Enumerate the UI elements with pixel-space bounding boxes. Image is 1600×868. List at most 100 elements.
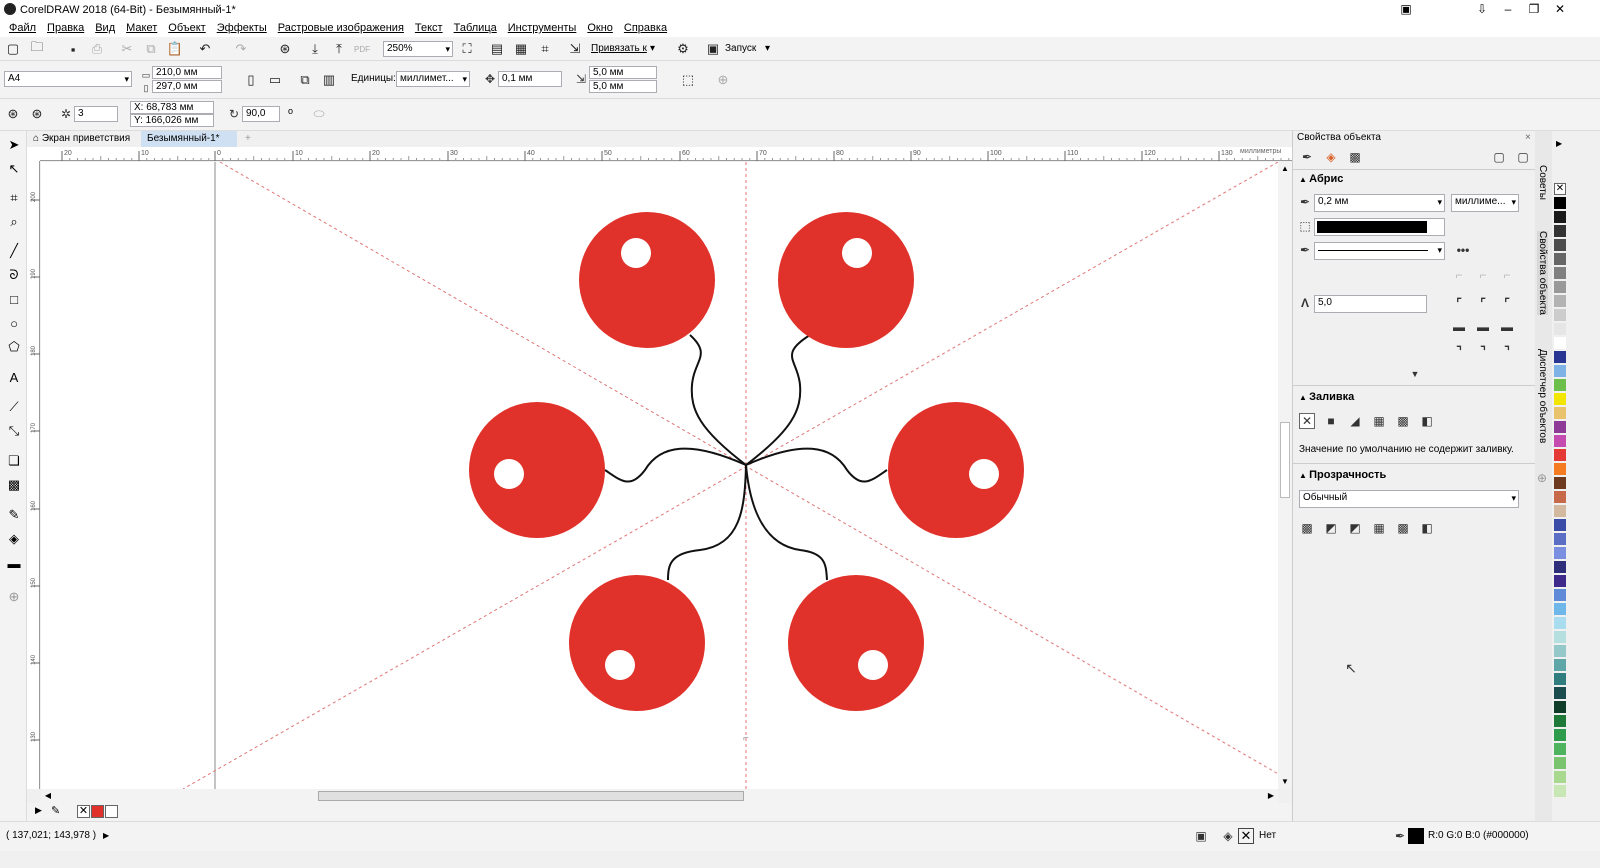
- horizontal-scroll-thumb[interactable]: [318, 791, 744, 801]
- export-icon[interactable]: ⤒: [329, 40, 349, 58]
- white-dot-left[interactable]: [494, 459, 524, 489]
- curve-bottom-left[interactable]: [667, 464, 747, 581]
- palette-swatch[interactable]: [1554, 323, 1566, 335]
- expand-chevron-icon[interactable]: ▼: [1407, 366, 1423, 382]
- texture-fill-icon[interactable]: ◧: [1419, 413, 1435, 429]
- rotation-angle-input[interactable]: 90,0: [242, 106, 280, 122]
- red-swatch[interactable]: [91, 805, 104, 818]
- position-inside-icon[interactable]: ⌝: [1499, 343, 1515, 359]
- uniform-fill-icon[interactable]: ■: [1323, 413, 1339, 429]
- mirror-icon[interactable]: ⊛: [3, 105, 23, 123]
- palette-swatch[interactable]: [1554, 211, 1566, 223]
- palette-swatch[interactable]: [1554, 701, 1566, 713]
- menu-help[interactable]: Справка: [624, 22, 667, 34]
- palette-arrow-icon[interactable]: ▶: [35, 805, 42, 816]
- line-end-icon[interactable]: ▬: [1451, 319, 1467, 335]
- pdf-icon[interactable]: PDF: [352, 40, 372, 58]
- transparency-section-header[interactable]: Прозрачность: [1299, 469, 1386, 481]
- vector-transparency-icon[interactable]: ▦: [1371, 520, 1387, 536]
- palette-swatch[interactable]: [1554, 645, 1566, 657]
- vertical-ruler[interactable]: 200 190 180 170 160 150 140 130: [27, 161, 40, 789]
- palette-swatch[interactable]: [1554, 561, 1566, 573]
- page-icon[interactable]: ▢: [1491, 149, 1507, 165]
- red-circle-top-left[interactable]: [579, 212, 715, 348]
- position-center-icon[interactable]: ⌝: [1475, 343, 1491, 359]
- outline-section-header[interactable]: Абрис: [1299, 173, 1343, 185]
- search-content-icon[interactable]: ⊛: [275, 40, 295, 58]
- fill-none-icon[interactable]: ✕: [1238, 828, 1254, 844]
- zoom-tool-icon[interactable]: ⌕: [4, 212, 24, 232]
- menu-layout[interactable]: Макет: [126, 22, 157, 34]
- palette-swatch[interactable]: [1554, 463, 1566, 475]
- menu-bitmaps[interactable]: Растровые изображения: [278, 22, 404, 34]
- palette-swatch[interactable]: [1554, 547, 1566, 559]
- ellipse-tool-icon[interactable]: ○: [4, 313, 24, 333]
- palette-swatch[interactable]: [1554, 617, 1566, 629]
- bitmap-pattern-icon[interactable]: ▩: [1395, 413, 1411, 429]
- palette-swatch[interactable]: [1554, 505, 1566, 517]
- page-size-select[interactable]: A4: [4, 71, 132, 87]
- chevron-down-icon[interactable]: ▾: [765, 42, 770, 56]
- new-tab-button[interactable]: +: [239, 131, 257, 147]
- palette-swatch[interactable]: [1554, 281, 1566, 293]
- scroll-right-arrow[interactable]: ▶: [1264, 789, 1278, 803]
- tab-object-properties[interactable]: Свойства объекта: [1537, 231, 1548, 315]
- no-color-swatch[interactable]: ✕: [77, 805, 90, 818]
- transparency-tab-icon[interactable]: ▩: [1347, 149, 1363, 165]
- palette-swatch[interactable]: [1554, 729, 1566, 741]
- fountain-transparency-icon[interactable]: ◩: [1347, 520, 1363, 536]
- minimize-button[interactable]: –: [1494, 0, 1522, 19]
- rotate-icon[interactable]: ⊛: [27, 105, 47, 123]
- tab-welcome-screen[interactable]: ⌂ Экран приветствия: [27, 131, 139, 147]
- curve-top-left[interactable]: [689, 334, 747, 466]
- cut-icon[interactable]: ✂: [117, 40, 137, 58]
- red-circle-bottom-right[interactable]: [788, 575, 924, 711]
- pick-tool-icon[interactable]: ➤: [4, 135, 24, 155]
- no-fill-icon[interactable]: ✕: [1299, 413, 1315, 429]
- freehand-tool-icon[interactable]: ╱: [4, 241, 24, 261]
- portrait-icon[interactable]: ▯: [241, 71, 261, 89]
- copy-icon[interactable]: ⧉: [141, 40, 161, 58]
- palette-swatch[interactable]: [1554, 631, 1566, 643]
- transparency-mode-select[interactable]: Обычный: [1299, 490, 1519, 508]
- white-swatch[interactable]: [105, 805, 118, 818]
- palette-swatch[interactable]: [1554, 295, 1566, 307]
- gear-icon[interactable]: ⚙: [673, 40, 693, 58]
- line-style-select[interactable]: [1314, 242, 1445, 260]
- palette-swatch[interactable]: [1554, 589, 1566, 601]
- position-x-input[interactable]: X: 68,783 мм: [130, 101, 214, 114]
- bitmap-transparency-icon[interactable]: ▩: [1395, 520, 1411, 536]
- line-cap-icon[interactable]: ⌐: [1475, 267, 1491, 283]
- snap-to-button[interactable]: Привязать к: [591, 42, 647, 56]
- undo-icon[interactable]: ↶: [195, 40, 215, 58]
- guideline-diagonal-2[interactable]: [182, 162, 1278, 789]
- snap-icon[interactable]: ⇲: [565, 40, 585, 58]
- landscape-icon[interactable]: ▭: [265, 71, 285, 89]
- uniform-transparency-icon[interactable]: ◩: [1323, 520, 1339, 536]
- no-color-swatch[interactable]: ✕: [1554, 183, 1566, 195]
- palette-swatch[interactable]: [1554, 393, 1566, 405]
- fill-section-header[interactable]: Заливка: [1299, 391, 1354, 403]
- palette-swatch[interactable]: [1554, 687, 1566, 699]
- vertical-scrollbar[interactable]: ▲ ▼: [1278, 162, 1292, 789]
- show-grid-icon[interactable]: ▦: [511, 40, 531, 58]
- palette-swatch[interactable]: [1554, 225, 1566, 237]
- duplicate-x-input[interactable]: 5,0 мм: [589, 66, 657, 79]
- red-circle-right[interactable]: [888, 402, 1024, 538]
- units-select[interactable]: миллимет...: [396, 71, 470, 87]
- tab-hints[interactable]: Советы: [1537, 165, 1548, 200]
- page-height-input[interactable]: 297,0 мм: [152, 80, 222, 93]
- white-dot-top-right[interactable]: [842, 238, 872, 268]
- palette-swatch[interactable]: [1554, 673, 1566, 685]
- miter-limit-input[interactable]: 5,0: [1314, 295, 1427, 313]
- scroll-down-arrow[interactable]: ▼: [1278, 775, 1292, 789]
- white-dot-bottom-left[interactable]: [605, 650, 635, 680]
- eyedropper-icon[interactable]: ✎: [51, 804, 60, 817]
- chevron-down-icon[interactable]: ▾: [650, 42, 655, 56]
- palette-swatch[interactable]: [1554, 239, 1566, 251]
- white-dot-top-left[interactable]: [621, 238, 651, 268]
- nudge-distance-input[interactable]: 0,1 мм: [498, 71, 562, 87]
- connector-tool-icon[interactable]: ⤡: [4, 421, 24, 441]
- line-end-icon[interactable]: ▬: [1499, 319, 1515, 335]
- palette-swatch[interactable]: [1554, 253, 1566, 265]
